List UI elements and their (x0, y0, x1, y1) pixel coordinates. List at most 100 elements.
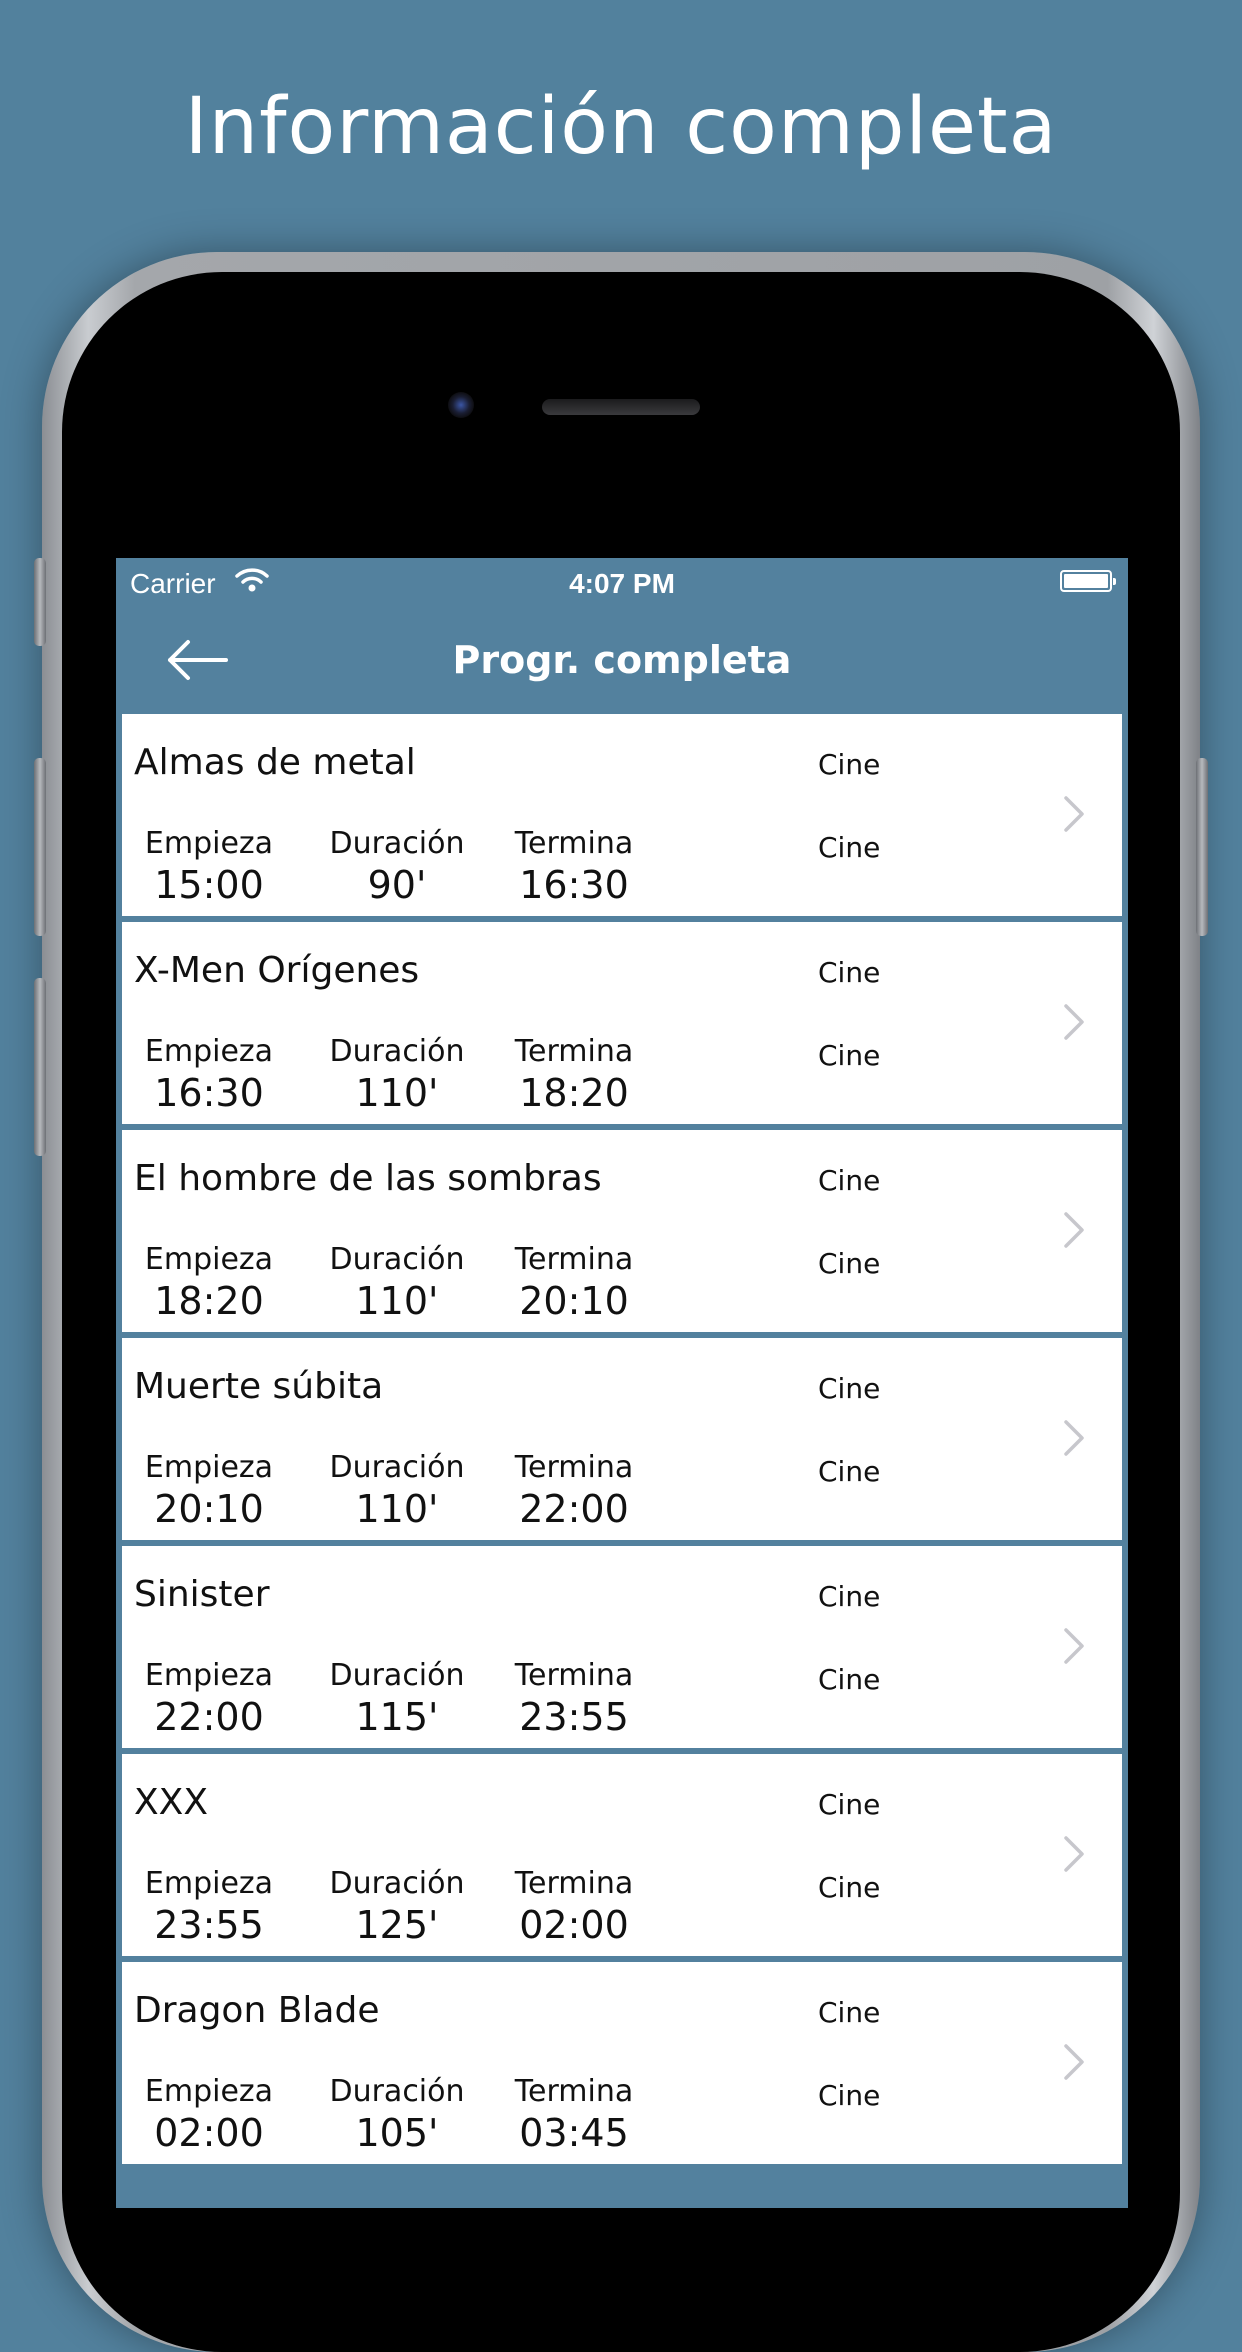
program-title: Muerte súbita (134, 1366, 384, 1407)
program-title: Sinister (134, 1574, 270, 1615)
status-time: 4:07 PM (569, 568, 675, 599)
channel-label-secondary: Cine (818, 1455, 881, 1488)
start-label: Empieza (144, 1450, 274, 1485)
start-time: 02:00 (154, 2111, 264, 2155)
end-label: Termina (514, 1034, 634, 1069)
start-time: 22:00 (154, 1695, 264, 1739)
start-column: Empieza 23:55 (134, 1866, 284, 1947)
program-title: El hombre de las sombras (134, 1158, 602, 1199)
channel-label: Cine (818, 956, 881, 989)
end-label: Termina (514, 1450, 634, 1485)
duration-label: Duración (329, 1242, 465, 1277)
end-time: 20:10 (519, 1279, 629, 1323)
phone-volume-up (34, 758, 46, 936)
channel-label: Cine (818, 1788, 881, 1821)
duration-label: Duración (329, 1034, 465, 1069)
phone-mute-switch (34, 558, 46, 646)
duration-label: Duración (329, 1658, 465, 1693)
channel-label: Cine (818, 1372, 881, 1405)
start-column: Empieza 22:00 (134, 1658, 284, 1739)
start-time: 15:00 (154, 863, 264, 907)
page-title: Progr. completa (452, 638, 792, 682)
duration-value: 110' (355, 1487, 439, 1531)
chevron-right-icon (1064, 1004, 1084, 1040)
end-column: Termina 23:55 (494, 1658, 654, 1739)
start-label: Empieza (144, 826, 274, 861)
list-item[interactable]: XXX Cine Cine Empieza 23:55 Duración 125' Termi… (122, 1754, 1122, 1956)
start-label: Empieza (144, 1034, 274, 1069)
start-column: Empieza 15:00 (134, 826, 284, 907)
end-label: Termina (514, 1866, 634, 1901)
status-bar: Carrier 4:07 PM (116, 558, 1128, 608)
front-camera (448, 392, 474, 418)
channel-label: Cine (818, 1580, 881, 1613)
earpiece-speaker (542, 399, 700, 415)
list-item[interactable]: Sinister Cine Cine Empieza 22:00 Duración 115'… (122, 1546, 1122, 1748)
list-item[interactable]: Muerte súbita Cine Cine Empieza 20:10 Duració… (122, 1338, 1122, 1540)
end-column: Termina 22:00 (494, 1450, 654, 1531)
duration-column: Duración 110' (312, 1242, 482, 1323)
program-list: Almas de metal Cine Cine Empieza 15:00 Duraci… (122, 714, 1122, 2170)
app-screen: Carrier 4:07 PM Progr. completa Almas de… (116, 558, 1128, 2208)
battery-icon (1060, 570, 1116, 592)
channel-label-secondary: Cine (818, 1039, 881, 1072)
start-time: 16:30 (154, 1071, 264, 1115)
start-column: Empieza 18:20 (134, 1242, 284, 1323)
end-time: 16:30 (519, 863, 629, 907)
start-time: 23:55 (154, 1903, 264, 1947)
start-time: 18:20 (154, 1279, 264, 1323)
duration-value: 125' (355, 1903, 439, 1947)
end-time: 22:00 (519, 1487, 629, 1531)
channel-label-secondary: Cine (818, 1871, 881, 1904)
list-item[interactable]: El hombre de las sombras Cine Cine Empieza 1… (122, 1130, 1122, 1332)
end-column: Termina 03:45 (494, 2074, 654, 2155)
duration-label: Duración (329, 826, 465, 861)
duration-label: Duración (329, 1866, 465, 1901)
list-item[interactable]: Almas de metal Cine Cine Empieza 15:00 Duraci… (122, 714, 1122, 916)
end-time: 18:20 (519, 1071, 629, 1115)
start-column: Empieza 02:00 (134, 2074, 284, 2155)
channel-label-secondary: Cine (818, 831, 881, 864)
end-label: Termina (514, 1658, 634, 1693)
duration-value: 90' (367, 863, 427, 907)
end-time: 02:00 (519, 1903, 629, 1947)
duration-value: 115' (355, 1695, 439, 1739)
duration-column: Duración 105' (312, 2074, 482, 2155)
chevron-right-icon (1064, 1420, 1084, 1456)
duration-label: Duración (329, 2074, 465, 2109)
channel-label-secondary: Cine (818, 1247, 881, 1280)
program-title: Almas de metal (134, 742, 416, 783)
list-item[interactable]: Dragon Blade Cine Cine Empieza 02:00 Duración… (122, 1962, 1122, 2164)
start-label: Empieza (144, 2074, 274, 2109)
channel-label: Cine (818, 1996, 881, 2029)
chevron-right-icon (1064, 1836, 1084, 1872)
duration-label: Duración (329, 1450, 465, 1485)
end-time: 23:55 (519, 1695, 629, 1739)
end-label: Termina (514, 826, 634, 861)
chevron-right-icon (1064, 1212, 1084, 1248)
channel-label: Cine (818, 748, 881, 781)
start-label: Empieza (144, 1242, 274, 1277)
channel-label: Cine (818, 1164, 881, 1197)
start-label: Empieza (144, 1866, 274, 1901)
program-title: X-Men Orígenes (134, 950, 420, 991)
end-column: Termina 16:30 (494, 826, 654, 907)
duration-column: Duración 110' (312, 1450, 482, 1531)
duration-value: 110' (355, 1279, 439, 1323)
end-time: 03:45 (519, 2111, 629, 2155)
phone-power-button (1196, 758, 1208, 936)
chevron-right-icon (1064, 2044, 1084, 2080)
start-column: Empieza 16:30 (134, 1034, 284, 1115)
program-title: XXX (134, 1782, 208, 1823)
list-item[interactable]: X-Men Orígenes Cine Cine Empieza 16:30 Duraci… (122, 922, 1122, 1124)
channel-label-secondary: Cine (818, 2079, 881, 2112)
duration-column: Duración 110' (312, 1034, 482, 1115)
duration-value: 110' (355, 1071, 439, 1115)
end-label: Termina (514, 1242, 634, 1277)
start-time: 20:10 (154, 1487, 264, 1531)
end-column: Termina 18:20 (494, 1034, 654, 1115)
channel-label-secondary: Cine (818, 1663, 881, 1696)
duration-column: Duración 90' (312, 826, 482, 907)
duration-column: Duración 125' (312, 1866, 482, 1947)
duration-column: Duración 115' (312, 1658, 482, 1739)
